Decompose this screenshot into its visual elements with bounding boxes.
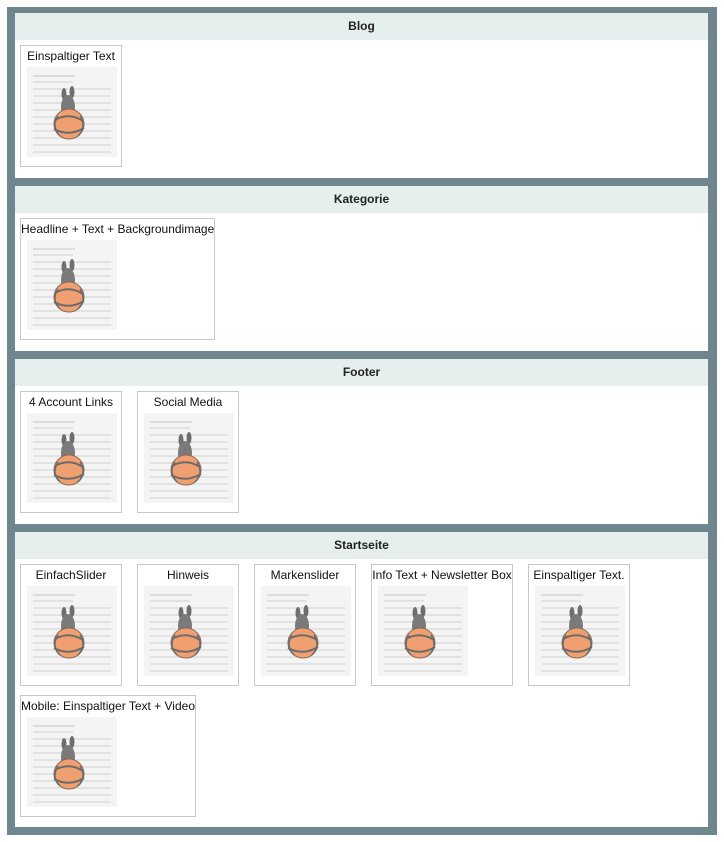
section-title: Blog bbox=[15, 13, 708, 40]
module-tile[interactable]: EinfachSlider bbox=[20, 564, 122, 686]
module-label: 4 Account Links bbox=[28, 395, 114, 409]
module-tile[interactable]: Einspaltiger Text. bbox=[528, 564, 630, 686]
module-tile[interactable]: 4 Account Links bbox=[20, 391, 122, 513]
module-tile[interactable]: Headline + Text + Backgroundimage bbox=[20, 218, 215, 340]
module-tile[interactable]: Social Media bbox=[137, 391, 239, 513]
module-tile[interactable]: Markenslider bbox=[254, 564, 356, 686]
module-thumbnail-icon bbox=[261, 586, 351, 676]
module-label: EinfachSlider bbox=[35, 568, 107, 582]
module-thumbnail-icon bbox=[27, 67, 117, 157]
module-thumbnail-icon bbox=[535, 586, 625, 676]
module-tile[interactable]: Info Text + Newsletter Box bbox=[371, 564, 513, 686]
module-thumbnail-icon bbox=[378, 586, 468, 676]
module-label: Hinweis bbox=[166, 568, 209, 582]
section-title: Startseite bbox=[15, 532, 708, 559]
section-footer: Footer 4 Account Links Social Media bbox=[15, 359, 708, 524]
module-thumbnail-icon bbox=[27, 586, 117, 676]
section-title: Footer bbox=[15, 359, 708, 386]
section-kategorie: Kategorie Headline + Text + Backgroundim… bbox=[15, 186, 708, 351]
module-tile[interactable]: Einspaltiger Text bbox=[20, 45, 122, 167]
module-thumbnail-icon bbox=[144, 413, 234, 503]
module-thumbnail-icon bbox=[144, 586, 234, 676]
module-library-frame: Blog Einspaltiger Text Kategorie Headlin… bbox=[7, 7, 717, 835]
module-thumbnail-icon bbox=[27, 240, 117, 330]
section-startseite: Startseite EinfachSlider Hinweis Markens… bbox=[15, 532, 708, 827]
module-thumbnail-icon bbox=[27, 413, 117, 503]
module-label: Markenslider bbox=[270, 568, 340, 582]
module-label: Mobile: Einspaltiger Text + Video bbox=[21, 699, 195, 713]
module-tile[interactable]: Mobile: Einspaltiger Text + Video bbox=[20, 695, 196, 817]
section-title: Kategorie bbox=[15, 186, 708, 213]
module-label: Einspaltiger Text bbox=[27, 49, 115, 63]
module-thumbnail-icon bbox=[27, 717, 117, 807]
module-label: Headline + Text + Backgroundimage bbox=[21, 222, 215, 236]
module-label: Einspaltiger Text. bbox=[533, 568, 625, 582]
module-tile[interactable]: Hinweis bbox=[137, 564, 239, 686]
module-label: Info Text + Newsletter Box bbox=[372, 568, 512, 582]
module-label: Social Media bbox=[153, 395, 223, 409]
section-blog: Blog Einspaltiger Text bbox=[15, 13, 708, 178]
